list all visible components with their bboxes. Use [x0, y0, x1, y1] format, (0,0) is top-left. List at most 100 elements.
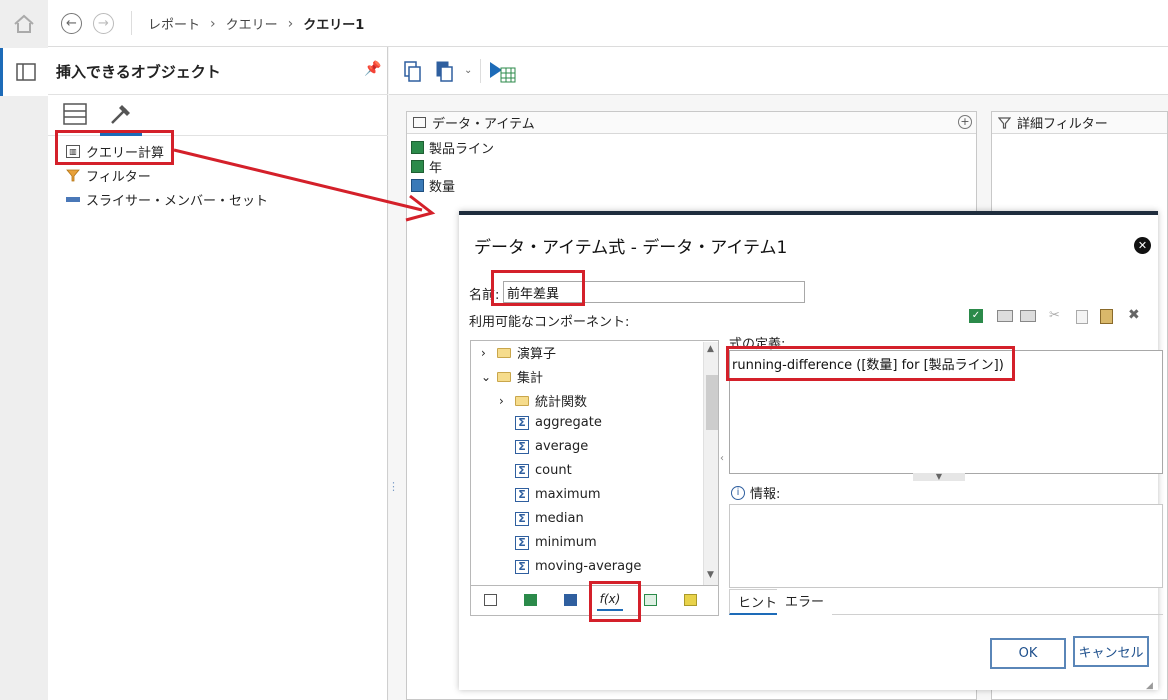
tab-source-icon[interactable] — [477, 589, 503, 611]
tree-scrollbar[interactable]: ▲ ▼ — [703, 342, 718, 585]
comment-icon[interactable] — [997, 310, 1013, 322]
sigma-icon: Σ — [515, 463, 529, 478]
ok-button[interactable]: OK — [990, 638, 1066, 669]
tree-item[interactable]: Σ moving-average — [515, 559, 641, 574]
panel-title: 挿入できるオブジェクト — [56, 63, 221, 81]
tree-label: maximum — [535, 487, 601, 502]
folder-icon — [515, 395, 529, 406]
tab-macro-icon[interactable] — [677, 589, 703, 611]
home-icon — [14, 14, 34, 33]
forward-button[interactable]: → — [93, 13, 114, 34]
chevron-down-icon: ⌄ — [481, 369, 492, 384]
components-label: 利用可能なコンポーネント: — [469, 315, 630, 330]
annotation-arrow — [173, 148, 436, 222]
panel-header: 詳細フィルター — [992, 112, 1167, 134]
tree-item[interactable]: Σ maximum — [515, 487, 601, 502]
slicer-icon — [66, 197, 80, 202]
info-tabs: ヒント エラー — [729, 585, 1163, 615]
sigma-icon: Σ — [515, 511, 529, 526]
tree-item[interactable]: › 演算子 — [481, 343, 557, 363]
tree-label: average — [535, 439, 589, 454]
info-label: 情報: — [750, 487, 781, 502]
close-icon[interactable]: ✕ — [1134, 237, 1151, 254]
scroll-up-icon[interactable]: ▲ — [707, 344, 714, 354]
tree-label: count — [535, 463, 572, 478]
tree-item[interactable]: › 統計関数 — [499, 391, 588, 411]
query-toolbar: ⌄ — [389, 47, 1168, 95]
add-circle-icon[interactable]: + — [958, 115, 972, 129]
resize-grip-icon[interactable]: ◢ — [1146, 681, 1153, 691]
sigma-icon: Σ — [515, 487, 529, 502]
validate-check-icon[interactable]: ✓ — [969, 309, 983, 323]
breadcrumb-query[interactable]: クエリー — [226, 14, 278, 33]
cancel-button[interactable]: キャンセル — [1073, 636, 1149, 667]
collapse-left-icon[interactable]: ‹ — [720, 453, 724, 464]
chevron-right-icon: › — [287, 15, 294, 32]
info-icon: i — [731, 485, 745, 500]
paste-icon[interactable] — [436, 61, 454, 83]
run-query-icon[interactable] — [489, 60, 517, 84]
tree-label: 集計 — [517, 371, 544, 386]
object-filter[interactable]: フィルター — [66, 166, 151, 185]
tree-item[interactable]: Σ average — [515, 439, 588, 454]
highlight-box — [726, 346, 1015, 381]
panel-header: データ・アイテム + — [407, 112, 976, 134]
scroll-thumb[interactable] — [706, 375, 718, 430]
breadcrumb-report[interactable]: レポート — [148, 14, 200, 33]
highlight-box — [589, 581, 641, 622]
breadcrumb: レポート › クエリー › クエリー1 — [148, 14, 365, 34]
tree-label: moving-average — [535, 559, 642, 574]
source-tab-icon[interactable] — [63, 103, 87, 125]
uncomment-icon[interactable] — [1020, 310, 1036, 322]
tree-item[interactable]: Σ count — [515, 463, 572, 478]
delete-icon[interactable]: ✖ — [1128, 307, 1140, 323]
folder-icon — [497, 347, 511, 358]
chevron-right-icon: › — [499, 393, 504, 408]
tree-label: 統計関数 — [535, 395, 588, 410]
tab-model-icon[interactable] — [517, 589, 543, 611]
tree-label: minimum — [535, 535, 597, 550]
folder-open-icon — [497, 371, 511, 382]
sigma-icon: Σ — [515, 559, 529, 574]
filter-icon — [998, 116, 1011, 129]
tree-item[interactable]: Σ median — [515, 511, 584, 526]
sigma-icon: Σ — [515, 535, 529, 550]
left-rail — [0, 47, 48, 700]
breadcrumb-current: クエリー1 — [303, 18, 365, 33]
dialog-title: データ・アイテム式 - データ・アイテム1 — [474, 238, 788, 258]
components-tree: › 演算子 ⌄ 集計 › 統計関数 Σ aggregate Σ average … — [470, 340, 719, 586]
chevron-right-icon: › — [210, 15, 216, 32]
arrow-right-icon: → — [98, 16, 109, 31]
panel-toggle-button[interactable] — [0, 48, 48, 96]
back-button[interactable]: ← — [61, 13, 82, 34]
info-label-row: i 情報: — [731, 483, 780, 502]
scroll-down-icon[interactable]: ▼ — [707, 570, 714, 580]
resize-handle[interactable]: ⋮ — [388, 480, 399, 493]
panel-title: 詳細フィルター — [1017, 117, 1108, 132]
copy-icon[interactable] — [1076, 310, 1088, 324]
tab-data-items-icon[interactable] — [557, 589, 583, 611]
arrow-left-icon: ← — [66, 16, 77, 31]
expression-dialog: データ・アイテム式 - データ・アイテム1 ✕ 名前: 利用可能なコンポーネント… — [459, 211, 1163, 691]
tree-item[interactable]: Σ aggregate — [515, 415, 602, 430]
chevron-down-icon[interactable]: ⌄ — [464, 65, 472, 76]
sigma-icon: Σ — [515, 439, 529, 454]
chevron-right-icon: › — [481, 345, 486, 360]
data-items-icon — [413, 117, 426, 128]
panel-icon — [15, 63, 36, 81]
splitter-handle[interactable]: ▼ — [913, 473, 965, 481]
sigma-icon: Σ — [515, 415, 529, 430]
copy-icon[interactable] — [404, 61, 422, 83]
home-button[interactable] — [0, 0, 48, 47]
tree-label: aggregate — [535, 415, 602, 430]
paste-icon[interactable] — [1100, 309, 1113, 324]
pin-icon[interactable]: 📌 — [364, 61, 381, 77]
tree-label: 演算子 — [517, 347, 557, 362]
cut-icon[interactable]: ✂ — [1049, 308, 1060, 323]
highlight-box — [55, 130, 174, 165]
tree-item[interactable]: ⌄ 集計 — [481, 367, 544, 387]
divider — [131, 11, 132, 35]
tab-error[interactable]: エラー — [777, 589, 833, 615]
tree-item[interactable]: Σ minimum — [515, 535, 597, 550]
toolbox-tab-icon[interactable] — [108, 101, 134, 127]
